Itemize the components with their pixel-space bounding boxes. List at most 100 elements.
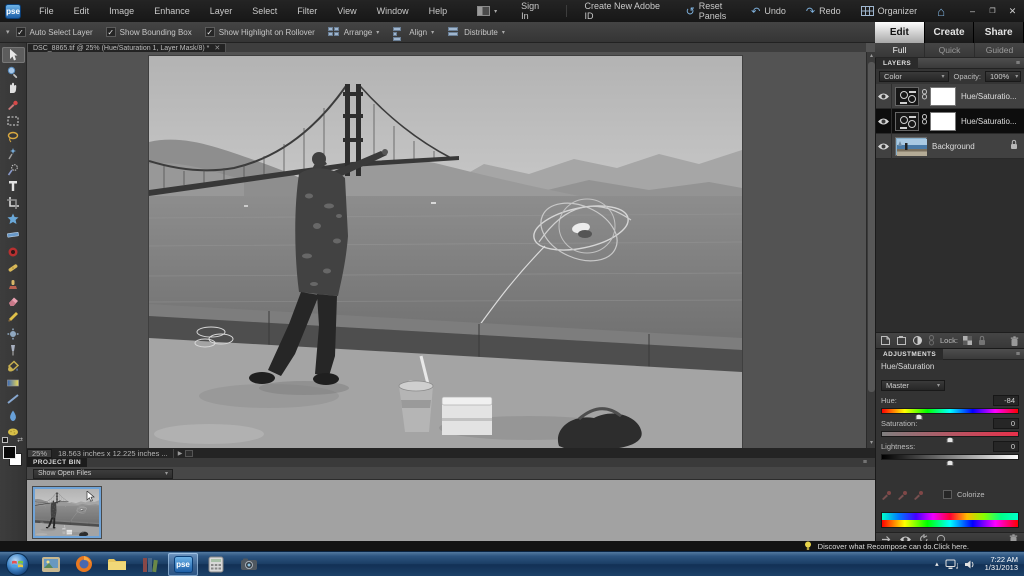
- layer-name[interactable]: Background: [932, 142, 975, 151]
- taskbar-media-library[interactable]: [135, 553, 165, 576]
- network-icon[interactable]: [945, 559, 958, 570]
- undo-button[interactable]: ↶ Undo: [742, 0, 795, 22]
- project-bin-menu-icon[interactable]: ≡: [863, 458, 867, 467]
- lock-all-icon[interactable]: [977, 335, 987, 346]
- show-hidden-icons[interactable]: ▴: [935, 560, 939, 568]
- red-eye-removal-tool[interactable]: [2, 244, 25, 260]
- menu-layer[interactable]: Layer: [200, 0, 243, 22]
- channel-dropdown[interactable]: Master ▾: [881, 380, 945, 391]
- show-open-files-dropdown[interactable]: Show Open Files ▾: [33, 469, 173, 479]
- new-group-icon[interactable]: [896, 335, 907, 346]
- layout-switcher[interactable]: ▾: [471, 6, 503, 16]
- saturation-slider-thumb[interactable]: [947, 437, 954, 443]
- rectangular-marquee-tool[interactable]: [2, 113, 25, 129]
- show-highlight-checkbox[interactable]: ✓ Show Highlight on Rollover: [205, 27, 315, 37]
- taskbar-calculator[interactable]: [201, 553, 231, 576]
- foreground-color-swatch[interactable]: [3, 446, 16, 459]
- recompose-tip[interactable]: Discover what Recompose can do.Click her…: [804, 541, 969, 551]
- visibility-toggle[interactable]: [876, 134, 892, 159]
- visibility-toggle[interactable]: [876, 84, 892, 109]
- swap-colors-icon[interactable]: ⇄: [17, 436, 23, 444]
- distribute-dropdown[interactable]: Distribute ▾: [448, 27, 505, 37]
- taskbar-photoshop-elements[interactable]: pse: [168, 553, 198, 576]
- magic-wand-tool[interactable]: [2, 145, 25, 161]
- shape-tool[interactable]: [2, 391, 25, 407]
- show-bounding-box-checkbox[interactable]: ✓ Show Bounding Box: [106, 27, 192, 37]
- menu-help[interactable]: Help: [419, 0, 458, 22]
- eyedropper-sample-icon[interactable]: [881, 488, 892, 500]
- restore-button[interactable]: ❐: [984, 4, 1001, 18]
- panel-menu-icon[interactable]: ≡: [1016, 349, 1020, 360]
- layer-row-hue-saturation-1[interactable]: Hue/Saturatio...: [876, 109, 1024, 134]
- lightness-value-field[interactable]: 0: [993, 441, 1019, 452]
- move-tool[interactable]: [2, 47, 25, 63]
- document-tab[interactable]: DSC_8865.tif @ 25% (Hue/Saturation 1, La…: [27, 43, 226, 52]
- reset-panels-button[interactable]: ↺ Reset Panels: [677, 0, 741, 22]
- layer-name[interactable]: Hue/Saturatio...: [961, 92, 1017, 101]
- eyedropper-tool[interactable]: [2, 96, 25, 112]
- type-tool[interactable]: [2, 178, 25, 194]
- tab-edit[interactable]: Edit: [875, 22, 925, 43]
- tab-share[interactable]: Share: [974, 22, 1024, 43]
- hue-value-field[interactable]: -84: [993, 395, 1019, 406]
- menu-window[interactable]: Window: [367, 0, 419, 22]
- lasso-tool[interactable]: [2, 129, 25, 145]
- spot-healing-brush-tool[interactable]: [2, 260, 25, 276]
- blend-mode-dropdown[interactable]: Color ▾: [879, 71, 949, 82]
- menu-enhance[interactable]: Enhance: [144, 0, 200, 22]
- saturation-slider[interactable]: [881, 431, 1019, 437]
- photo-canvas[interactable]: [149, 56, 742, 448]
- sign-in-link[interactable]: Sign In: [511, 0, 557, 22]
- create-adobe-id-link[interactable]: Create New Adobe ID: [575, 0, 677, 22]
- arrange-dropdown[interactable]: Arrange ▾: [328, 27, 379, 37]
- eyedropper-add-icon[interactable]: [897, 488, 908, 500]
- scrollbar-thumb[interactable]: [868, 62, 875, 392]
- new-adjustment-layer-icon[interactable]: [912, 335, 923, 346]
- open-file-thumbnail[interactable]: [33, 487, 101, 538]
- close-button[interactable]: ✕: [1004, 4, 1021, 18]
- new-layer-icon[interactable]: [880, 335, 891, 346]
- status-arrow-icon[interactable]: ▶: [178, 450, 183, 457]
- menu-image[interactable]: Image: [99, 0, 144, 22]
- visibility-toggle[interactable]: [876, 109, 892, 134]
- pencil-tool[interactable]: [2, 309, 25, 325]
- organizer-button[interactable]: Organizer: [852, 0, 927, 22]
- project-bin-tab[interactable]: PROJECT BIN: [27, 458, 87, 467]
- quick-selection-tool[interactable]: [2, 162, 25, 178]
- colorize-checkbox[interactable]: [943, 490, 952, 499]
- menu-edit[interactable]: Edit: [64, 0, 100, 22]
- hue-slider-thumb[interactable]: [915, 414, 922, 420]
- taskbar-explorer[interactable]: [102, 553, 132, 576]
- auto-select-layer-checkbox[interactable]: ✓ Auto Select Layer: [16, 27, 93, 37]
- subtab-quick[interactable]: Quick: [925, 43, 975, 57]
- adjustment-layer-thumbnail[interactable]: [895, 112, 919, 131]
- taskbar-clock[interactable]: 7:22 AM 1/31/2013: [981, 556, 1018, 573]
- gradient-tool[interactable]: [2, 375, 25, 391]
- menu-file[interactable]: File: [29, 0, 64, 22]
- minimize-button[interactable]: –: [964, 4, 981, 18]
- layer-row-hue-saturation-2[interactable]: Hue/Saturatio...: [876, 84, 1024, 109]
- hand-tool[interactable]: [2, 80, 25, 96]
- close-document-icon[interactable]: ✕: [214, 44, 220, 52]
- hue-slider[interactable]: [881, 408, 1019, 414]
- crop-tool[interactable]: [2, 195, 25, 211]
- detail-smart-brush-tool[interactable]: [2, 342, 25, 358]
- delete-layer-icon[interactable]: [1009, 335, 1020, 347]
- taskbar-photo-viewer[interactable]: [36, 553, 66, 576]
- panel-menu-icon[interactable]: ≡: [1016, 58, 1020, 69]
- link-layers-icon[interactable]: [928, 335, 935, 346]
- opacity-dropdown[interactable]: 100% ▾: [985, 71, 1021, 82]
- home-button[interactable]: ⌂: [928, 0, 954, 22]
- blur-tool[interactable]: [2, 408, 25, 424]
- cookie-cutter-tool[interactable]: [2, 211, 25, 227]
- tool-flyout-caret[interactable]: ▾: [6, 28, 10, 36]
- layer-row-background[interactable]: Background: [876, 134, 1024, 159]
- zoom-level-field[interactable]: 25%: [27, 449, 52, 458]
- menu-view[interactable]: View: [327, 0, 366, 22]
- zoom-tool[interactable]: [2, 63, 25, 79]
- align-dropdown[interactable]: Align ▾: [393, 27, 434, 37]
- speaker-icon[interactable]: [964, 559, 975, 570]
- taskbar-firefox[interactable]: [69, 553, 99, 576]
- background-layer-thumbnail[interactable]: [895, 137, 927, 156]
- smart-brush-tool[interactable]: [2, 326, 25, 342]
